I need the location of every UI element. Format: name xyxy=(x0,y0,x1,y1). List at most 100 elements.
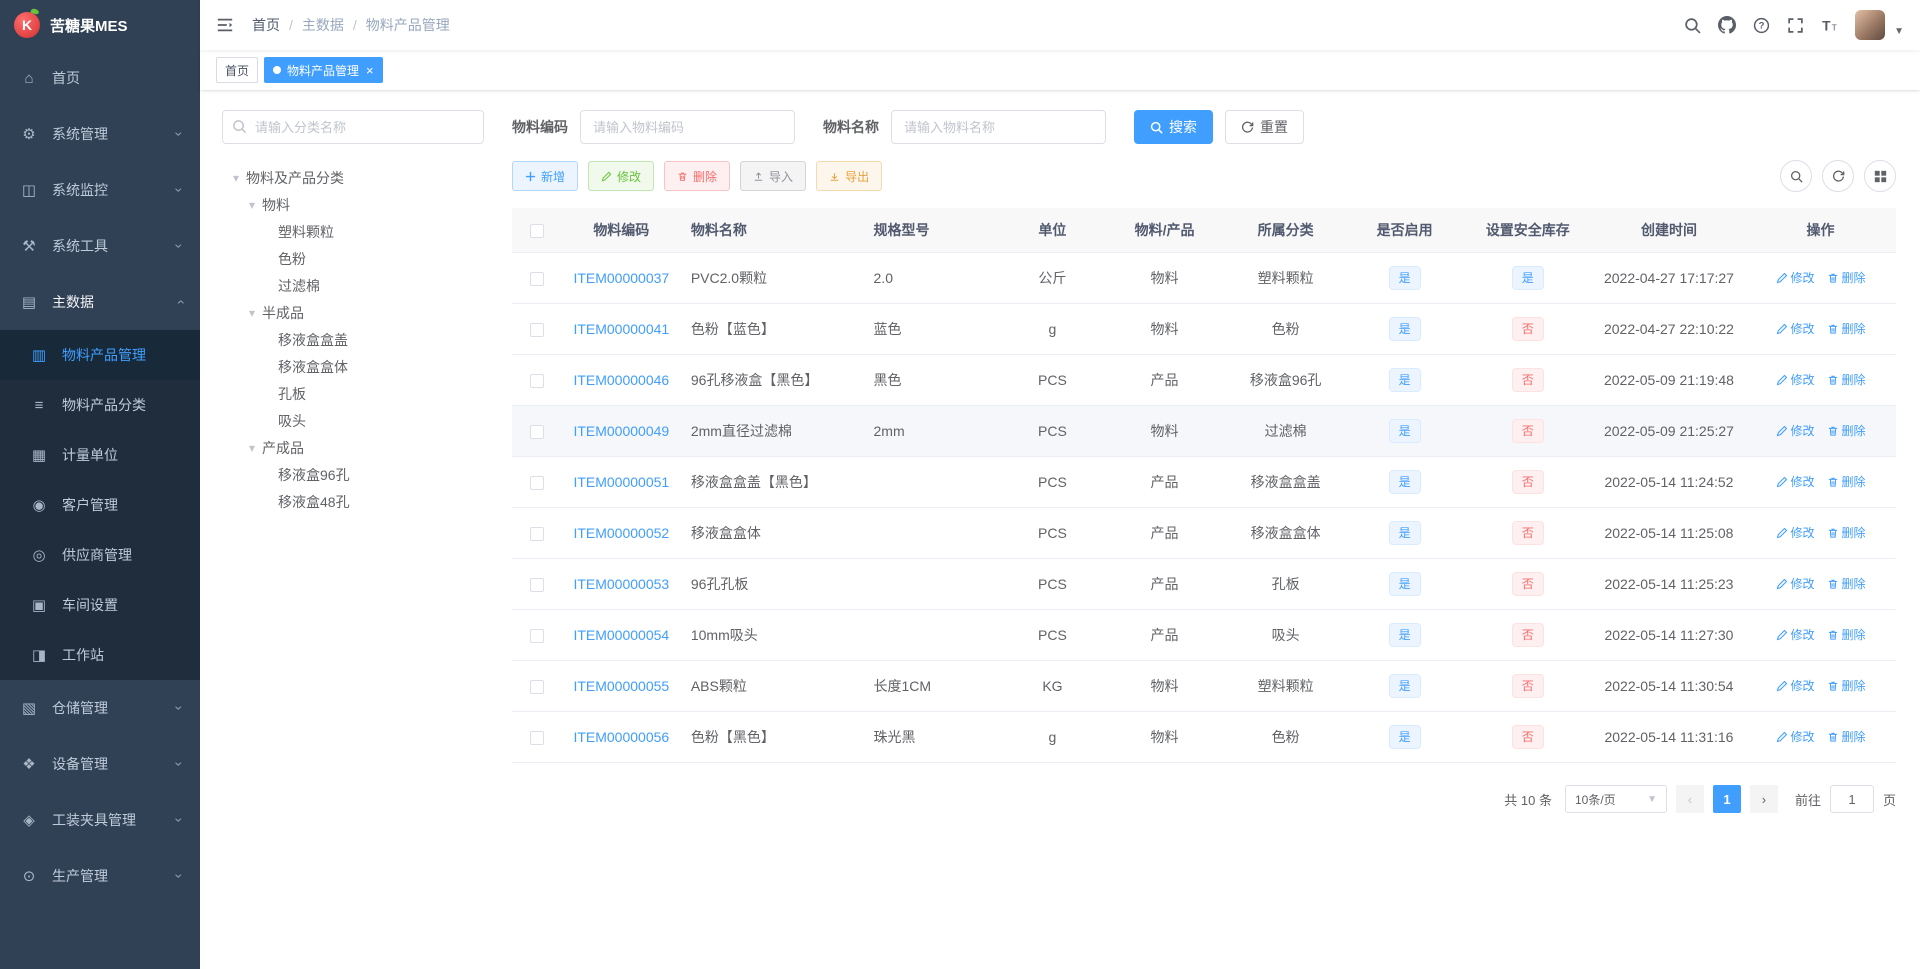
delete-button[interactable]: 删除 xyxy=(664,161,731,191)
edit-link[interactable]: 修改 xyxy=(1776,728,1815,745)
delete-link[interactable]: 删除 xyxy=(1827,626,1866,643)
item-code-link[interactable]: ITEM00000041 xyxy=(573,321,669,337)
delete-link[interactable]: 删除 xyxy=(1827,677,1866,694)
sidebar-item[interactable]: ◫ 系统监控 › xyxy=(0,162,200,218)
edit-link[interactable]: 修改 xyxy=(1776,269,1815,286)
row-checkbox[interactable] xyxy=(529,680,544,695)
sidebar-subitem[interactable]: ▦ 计量单位 xyxy=(0,430,200,480)
tree-node[interactable]: 吸头 xyxy=(222,407,484,434)
github-icon[interactable] xyxy=(1718,16,1737,34)
sidebar-item[interactable]: ⌂ 首页 xyxy=(0,50,200,106)
next-page-button[interactable]: › xyxy=(1749,785,1778,813)
app-logo[interactable]: K 苦糖果MES xyxy=(0,0,200,50)
sidebar-item[interactable]: ⊙ 生产管理 › xyxy=(0,848,200,904)
tree-node[interactable]: 移液盒盒盖 xyxy=(222,326,484,353)
fullscreen-icon[interactable] xyxy=(1787,17,1804,34)
sidebar-item[interactable]: ◈ 工装夹具管理 › xyxy=(0,792,200,848)
delete-link[interactable]: 删除 xyxy=(1827,269,1866,286)
delete-link[interactable]: 删除 xyxy=(1827,422,1866,439)
tree-node[interactable]: 移液盒96孔 xyxy=(222,461,484,488)
sidebar-subitem[interactable]: ▥ 物料产品管理 xyxy=(0,330,200,380)
item-code-input[interactable] xyxy=(580,110,795,144)
export-button[interactable]: 导出 xyxy=(816,161,883,191)
item-code-link[interactable]: ITEM00000051 xyxy=(573,474,669,490)
hamburger-icon[interactable] xyxy=(216,16,234,34)
row-checkbox[interactable] xyxy=(529,374,544,389)
tree-node[interactable]: 移液盒盒体 xyxy=(222,353,484,380)
breadcrumb-item[interactable]: 首页 xyxy=(252,15,280,35)
row-checkbox[interactable] xyxy=(529,629,544,644)
row-checkbox[interactable] xyxy=(529,272,544,287)
tree-node[interactable]: 色粉 xyxy=(222,245,484,272)
sidebar-item[interactable]: ❖ 设备管理 › xyxy=(0,736,200,792)
sidebar-item[interactable]: ▤ 主数据 › xyxy=(0,274,200,330)
prev-page-button[interactable]: ‹ xyxy=(1675,785,1704,813)
search-icon[interactable] xyxy=(1684,17,1701,34)
select-all-checkbox[interactable] xyxy=(529,224,544,239)
delete-link[interactable]: 删除 xyxy=(1827,320,1866,337)
edit-link[interactable]: 修改 xyxy=(1776,320,1815,337)
sidebar-subitem[interactable]: ◨ 工作站 xyxy=(0,630,200,680)
help-icon[interactable]: ? xyxy=(1753,17,1770,34)
item-code-link[interactable]: ITEM00000055 xyxy=(573,678,669,694)
refresh-button[interactable] xyxy=(1822,160,1854,192)
sidebar-subitem[interactable]: ≡ 物料产品分类 xyxy=(0,380,200,430)
row-checkbox[interactable] xyxy=(529,425,544,440)
item-code-link[interactable]: ITEM00000046 xyxy=(573,372,669,388)
edit-link[interactable]: 修改 xyxy=(1776,626,1815,643)
edit-link[interactable]: 修改 xyxy=(1776,371,1815,388)
edit-link[interactable]: 修改 xyxy=(1776,473,1815,490)
tab-item[interactable]: 首页 xyxy=(216,57,259,83)
edit-link[interactable]: 修改 xyxy=(1776,575,1815,592)
tree-node[interactable]: 孔板 xyxy=(222,380,484,407)
close-icon[interactable]: × xyxy=(366,64,374,77)
add-button[interactable]: 新增 xyxy=(512,161,579,191)
category-search-input[interactable] xyxy=(222,110,484,144)
item-code-link[interactable]: ITEM00000049 xyxy=(573,423,669,439)
item-code-link[interactable]: ITEM00000052 xyxy=(573,525,669,541)
item-code-link[interactable]: ITEM00000054 xyxy=(573,627,669,643)
sidebar-subitem[interactable]: ◎ 供应商管理 xyxy=(0,530,200,580)
tree-node[interactable]: 过滤棉 xyxy=(222,272,484,299)
edit-button[interactable]: 修改 xyxy=(588,161,655,191)
row-checkbox[interactable] xyxy=(529,323,544,338)
row-checkbox[interactable] xyxy=(529,578,544,593)
font-size-icon[interactable]: TT xyxy=(1821,17,1838,34)
caret-down-icon[interactable]: ▼ xyxy=(1894,26,1904,40)
import-button[interactable]: 导入 xyxy=(740,161,807,191)
edit-link[interactable]: 修改 xyxy=(1776,677,1815,694)
delete-link[interactable]: 删除 xyxy=(1827,524,1866,541)
tab-active[interactable]: 物料产品管理 × xyxy=(264,57,383,83)
toggle-search-button[interactable] xyxy=(1780,160,1812,192)
page-number-button[interactable]: 1 xyxy=(1712,785,1741,813)
row-checkbox[interactable] xyxy=(529,731,544,746)
item-code-link[interactable]: ITEM00000037 xyxy=(573,270,669,286)
item-name-input[interactable] xyxy=(891,110,1106,144)
tree-node[interactable]: ▾ 物料及产品分类 xyxy=(222,164,484,191)
page-size-select[interactable]: 10条/页 ▼ xyxy=(1564,785,1667,813)
row-checkbox[interactable] xyxy=(529,476,544,491)
tree-node[interactable]: 塑料颗粒 xyxy=(222,218,484,245)
tree-node[interactable]: ▾ 半成品 xyxy=(222,299,484,326)
sidebar-item[interactable]: ⚙ 系统管理 › xyxy=(0,106,200,162)
delete-link[interactable]: 删除 xyxy=(1827,575,1866,592)
delete-link[interactable]: 删除 xyxy=(1827,473,1866,490)
row-checkbox[interactable] xyxy=(529,527,544,542)
edit-link[interactable]: 修改 xyxy=(1776,422,1815,439)
delete-link[interactable]: 删除 xyxy=(1827,371,1866,388)
item-code-link[interactable]: ITEM00000053 xyxy=(573,576,669,592)
sidebar-subitem[interactable]: ▣ 车间设置 xyxy=(0,580,200,630)
avatar[interactable] xyxy=(1855,10,1886,40)
edit-link[interactable]: 修改 xyxy=(1776,524,1815,541)
delete-link[interactable]: 删除 xyxy=(1827,728,1866,745)
tree-node[interactable]: ▾ 物料 xyxy=(222,191,484,218)
tree-node[interactable]: 移液盒48孔 xyxy=(222,488,484,515)
sidebar-subitem[interactable]: ◉ 客户管理 xyxy=(0,480,200,530)
sidebar-item[interactable]: ⚒ 系统工具 › xyxy=(0,218,200,274)
goto-page-input[interactable] xyxy=(1829,785,1874,813)
sidebar-item[interactable]: ▧ 仓储管理 › xyxy=(0,680,200,736)
tree-node[interactable]: ▾ 产成品 xyxy=(222,434,484,461)
search-button[interactable]: 搜索 xyxy=(1134,110,1213,144)
reset-button[interactable]: 重置 xyxy=(1225,110,1304,144)
item-code-link[interactable]: ITEM00000056 xyxy=(573,729,669,745)
